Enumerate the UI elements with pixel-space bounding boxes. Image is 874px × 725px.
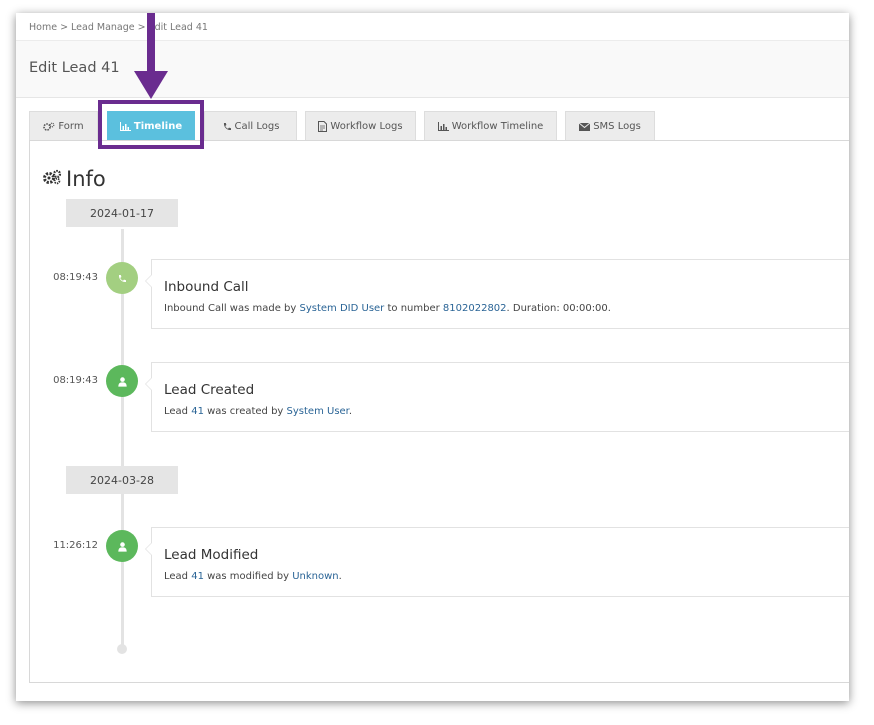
document-icon bbox=[318, 121, 328, 132]
timeline-event-card: Lead Modified Lead 41 was modified by Un… bbox=[145, 527, 849, 597]
phone-icon bbox=[117, 269, 127, 288]
event-text: Inbound Call was made by bbox=[164, 303, 300, 314]
event-text: . bbox=[338, 571, 342, 582]
tab-form[interactable]: Form bbox=[29, 111, 98, 141]
event-node bbox=[106, 530, 138, 562]
user-icon bbox=[117, 372, 127, 391]
date-label: 2024-03-28 bbox=[66, 466, 178, 494]
envelope-icon bbox=[579, 122, 591, 131]
tab-workflow-timeline-label: Workflow Timeline bbox=[451, 121, 544, 132]
event-description: Inbound Call was made by System DID User… bbox=[164, 303, 611, 314]
event-user-link[interactable]: System User bbox=[287, 406, 349, 417]
gears-icon bbox=[42, 169, 62, 189]
event-title: Lead Created bbox=[164, 382, 255, 398]
timeline-event-card: Lead Created Lead 41 was created by Syst… bbox=[145, 362, 849, 432]
info-heading: Info bbox=[42, 167, 106, 191]
tab-workflow-logs-label: Workflow Logs bbox=[330, 121, 403, 132]
event-time: 11:26:12 bbox=[53, 540, 98, 551]
event-user-link[interactable]: System DID User bbox=[300, 303, 385, 314]
tab-form-label: Form bbox=[58, 121, 84, 132]
tab-workflow-timeline[interactable]: Workflow Timeline bbox=[424, 111, 557, 141]
info-title: Info bbox=[66, 167, 106, 191]
timeline-end-dot bbox=[117, 644, 127, 654]
tab-sms-logs-label: SMS Logs bbox=[593, 121, 641, 132]
event-text: to number bbox=[384, 303, 443, 314]
event-text: was created by bbox=[203, 406, 287, 417]
event-description: Lead 41 was created by System User. bbox=[164, 406, 352, 417]
tab-call-logs[interactable]: Call Logs bbox=[204, 111, 297, 141]
event-text: . Duration: 00:00:00. bbox=[506, 303, 611, 314]
annotation-highlight-box bbox=[98, 100, 204, 149]
event-number-link[interactable]: 8102022802 bbox=[443, 303, 507, 314]
timeline-event-card: Inbound Call Inbound Call was made by Sy… bbox=[145, 259, 849, 329]
page-title: Edit Lead 41 bbox=[29, 60, 120, 76]
event-text: Lead bbox=[164, 406, 192, 417]
event-time: 08:19:43 bbox=[53, 375, 98, 386]
event-text: Lead bbox=[164, 571, 192, 582]
tab-sms-logs[interactable]: SMS Logs bbox=[565, 111, 655, 141]
gears-icon bbox=[43, 122, 55, 132]
user-icon bbox=[117, 537, 127, 556]
event-text: . bbox=[348, 406, 353, 417]
annotation-arrow bbox=[134, 13, 168, 99]
event-text: was modified by bbox=[203, 571, 293, 582]
tab-call-logs-label: Call Logs bbox=[234, 121, 280, 132]
event-time: 08:19:43 bbox=[53, 272, 98, 283]
event-user-link[interactable]: Unknown bbox=[292, 571, 338, 582]
event-node bbox=[106, 262, 138, 294]
event-title: Lead Modified bbox=[164, 547, 259, 563]
breadcrumb-lead-manage-link[interactable]: Lead Manage bbox=[71, 22, 135, 33]
event-title: Inbound Call bbox=[164, 279, 249, 295]
date-label: 2024-01-17 bbox=[66, 199, 178, 227]
timeline-panel: Info 2024-01-17 08:19:43 Inbound Call In… bbox=[29, 140, 849, 683]
lead-link[interactable]: 41 bbox=[191, 406, 204, 417]
phone-icon bbox=[222, 122, 232, 132]
breadcrumb-separator: > bbox=[60, 22, 69, 33]
lead-link[interactable]: 41 bbox=[191, 571, 204, 582]
breadcrumb-home-link[interactable]: Home bbox=[29, 22, 57, 33]
bar-chart-icon bbox=[437, 122, 449, 131]
event-node bbox=[106, 365, 138, 397]
tab-workflow-logs[interactable]: Workflow Logs bbox=[305, 111, 416, 141]
app-window: Home > Lead Manage > Edit Lead 41 Edit Lead … bbox=[16, 13, 849, 701]
event-description: Lead 41 was modified by Unknown. bbox=[164, 571, 342, 582]
